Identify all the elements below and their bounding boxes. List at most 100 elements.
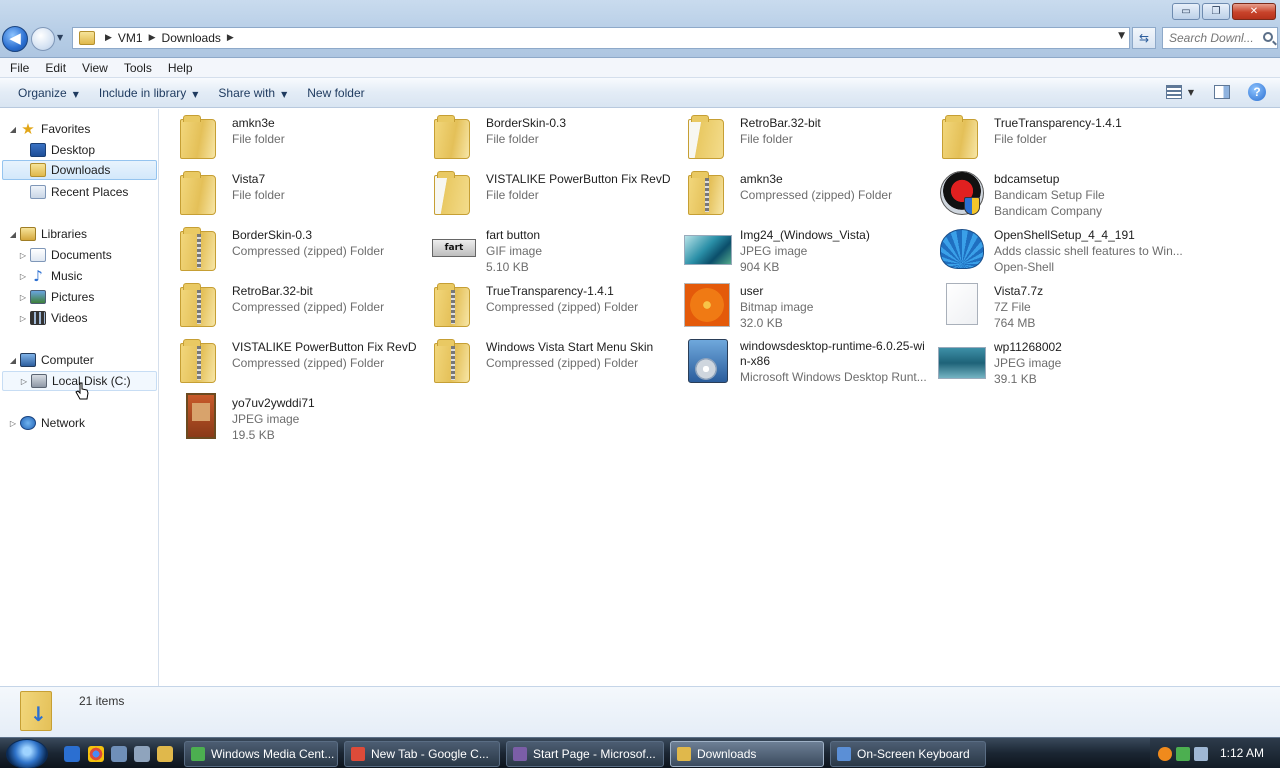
- menu-edit[interactable]: Edit: [37, 61, 74, 75]
- back-button[interactable]: ◀: [2, 26, 28, 52]
- refresh-button[interactable]: ⇆: [1132, 27, 1156, 49]
- show-desktop-icon[interactable]: [111, 746, 127, 762]
- file-item[interactable]: Vista7.7z 7Z File 764 MB: [938, 281, 1188, 333]
- view-options-chevron-icon[interactable]: ▼: [1188, 88, 1194, 97]
- nav-desktop[interactable]: Desktop: [28, 140, 156, 160]
- taskbar-button[interactable]: New Tab - Google C...: [344, 741, 500, 767]
- taskbar-button-label: Downloads: [697, 747, 757, 761]
- file-item[interactable]: Img24_(Windows_Vista) JPEG image 904 KB: [684, 225, 934, 277]
- help-icon[interactable]: ?: [1248, 83, 1266, 101]
- file-item[interactable]: fart fart button GIF image 5.10 KB: [430, 225, 680, 277]
- search-icon[interactable]: [1263, 32, 1273, 42]
- file-item[interactable]: RetroBar.32-bit Compressed (zipped) Folde…: [176, 281, 426, 333]
- expand-arrow-icon[interactable]: ◢: [8, 125, 18, 134]
- file-item[interactable]: BorderSkin-0.3 Compressed (zipped) Folder: [176, 225, 426, 277]
- hard-disk-icon: [31, 374, 47, 388]
- pictures-icon: [30, 290, 46, 304]
- file-item-icon: [176, 393, 224, 441]
- taskbar-button[interactable]: On-Screen Keyboard: [830, 741, 986, 767]
- collapse-arrow-icon[interactable]: ▷: [18, 293, 28, 302]
- menu-tools[interactable]: Tools: [116, 61, 160, 75]
- expand-arrow-icon[interactable]: ◢: [8, 230, 18, 239]
- nav-downloads[interactable]: Downloads: [2, 160, 157, 180]
- recent-pages-chevron-icon[interactable]: ▼: [57, 33, 63, 42]
- collapse-arrow-icon[interactable]: ▷: [18, 272, 28, 281]
- nav-videos[interactable]: ▷ Videos: [18, 308, 87, 328]
- media-player-icon[interactable]: [157, 746, 173, 762]
- breadcrumb-downloads[interactable]: Downloads: [162, 31, 221, 45]
- file-item[interactable]: Windows Vista Start Menu Skin Compressed …: [430, 337, 680, 389]
- search-input[interactable]: [1163, 28, 1259, 48]
- file-item[interactable]: RetroBar.32-bit File folder: [684, 113, 934, 165]
- taskbar-button[interactable]: Windows Media Cent...: [184, 741, 338, 767]
- file-item[interactable]: wp11268002 JPEG image 39.1 KB: [938, 337, 1188, 389]
- start-button[interactable]: [6, 739, 48, 768]
- breadcrumb-separator-icon[interactable]: ▶: [227, 33, 234, 43]
- organize-button[interactable]: Organize ▼: [8, 86, 89, 100]
- include-in-library-button[interactable]: Include in library ▼: [89, 86, 209, 100]
- file-item[interactable]: VISTALIKE PowerButton Fix RevD File folde…: [430, 169, 680, 221]
- nav-recent-places[interactable]: Recent Places: [28, 182, 128, 202]
- switch-windows-icon[interactable]: [134, 746, 150, 762]
- preview-pane-icon[interactable]: [1214, 85, 1230, 99]
- taskbar-button[interactable]: Downloads: [670, 741, 824, 767]
- image-thumbnail-icon: [684, 283, 730, 327]
- menu-file[interactable]: File: [2, 61, 37, 75]
- maximize-button[interactable]: ❐: [1202, 3, 1230, 20]
- file-item[interactable]: amkn3e Compressed (zipped) Folder: [684, 169, 934, 221]
- downloads-folder-icon: [30, 163, 46, 177]
- file-type: Compressed (zipped) Folder: [486, 356, 639, 370]
- taskbar-button-label: Start Page - Microsof...: [533, 747, 656, 761]
- minimize-button[interactable]: ▭: [1172, 3, 1200, 20]
- file-item[interactable]: OpenShellSetup_4_4_191 Adds classic shell…: [938, 225, 1188, 277]
- file-item[interactable]: bdcamsetup Bandicam Setup File Bandicam Co…: [938, 169, 1188, 221]
- menu-view[interactable]: View: [74, 61, 116, 75]
- folder-icon: [79, 31, 95, 45]
- nav-computer[interactable]: ◢ Computer: [8, 350, 94, 370]
- nav-documents[interactable]: ▷ Documents: [18, 245, 112, 265]
- share-with-button[interactable]: Share with ▼: [208, 86, 297, 100]
- libraries-icon: [20, 227, 36, 241]
- file-item[interactable]: TrueTransparency-1.4.1 File folder: [938, 113, 1188, 165]
- nav-network[interactable]: ▷ Network: [8, 413, 85, 433]
- collapse-arrow-icon[interactable]: ▷: [18, 251, 28, 260]
- file-item[interactable]: amkn3e File folder: [176, 113, 426, 165]
- internet-explorer-icon[interactable]: [64, 746, 80, 762]
- file-item[interactable]: windowsdesktop-runtime-6.0.25-win-x86 Mic…: [684, 337, 934, 389]
- address-dropdown-icon[interactable]: ▼: [1118, 31, 1125, 41]
- menu-help[interactable]: Help: [160, 61, 201, 75]
- new-folder-button[interactable]: New folder: [297, 86, 374, 100]
- file-item[interactable]: user Bitmap image 32.0 KB: [684, 281, 934, 333]
- breadcrumb-separator-icon[interactable]: ▶: [105, 33, 112, 43]
- search-icon[interactable]: [1158, 747, 1172, 761]
- address-bar[interactable]: ▶ VM1 ▶ Downloads ▶ ▼: [72, 27, 1130, 49]
- file-item[interactable]: Vista7 File folder: [176, 169, 426, 221]
- nav-libraries[interactable]: ◢ Libraries: [8, 224, 87, 244]
- close-button[interactable]: ✕: [1232, 3, 1276, 20]
- file-item-icon: [938, 225, 986, 273]
- collapse-arrow-icon[interactable]: ▷: [19, 377, 29, 386]
- file-name: RetroBar.32-bit: [232, 284, 313, 298]
- collapse-arrow-icon[interactable]: ▷: [18, 314, 28, 323]
- file-type: File folder: [994, 132, 1047, 146]
- collapse-arrow-icon[interactable]: ▷: [8, 419, 18, 428]
- nav-pictures[interactable]: ▷ Pictures: [18, 287, 94, 307]
- file-item-text: amkn3e File folder: [232, 113, 285, 165]
- chrome-icon[interactable]: [88, 746, 104, 762]
- nav-favorites[interactable]: ◢ ★ Favorites: [8, 119, 90, 139]
- volume-icon[interactable]: [1194, 747, 1208, 761]
- clock[interactable]: 1:12 AM: [1220, 746, 1264, 760]
- breadcrumb-vm1[interactable]: VM1: [118, 31, 143, 45]
- breadcrumb-separator-icon[interactable]: ▶: [149, 33, 156, 43]
- file-item[interactable]: yo7uv2ywddi71 JPEG image 19.5 KB: [176, 393, 426, 445]
- network-status-icon[interactable]: [1176, 747, 1190, 761]
- file-item[interactable]: VISTALIKE PowerButton Fix RevD Compressed…: [176, 337, 426, 389]
- search-box[interactable]: [1162, 27, 1278, 49]
- expand-arrow-icon[interactable]: ◢: [8, 356, 18, 365]
- nav-music[interactable]: ▷ ♪ Music: [18, 266, 82, 286]
- forward-button[interactable]: [31, 27, 55, 51]
- file-item[interactable]: TrueTransparency-1.4.1 Compressed (zipped…: [430, 281, 680, 333]
- file-item[interactable]: BorderSkin-0.3 File folder: [430, 113, 680, 165]
- change-view-icon[interactable]: [1165, 85, 1182, 99]
- taskbar-button[interactable]: Start Page - Microsof...: [506, 741, 664, 767]
